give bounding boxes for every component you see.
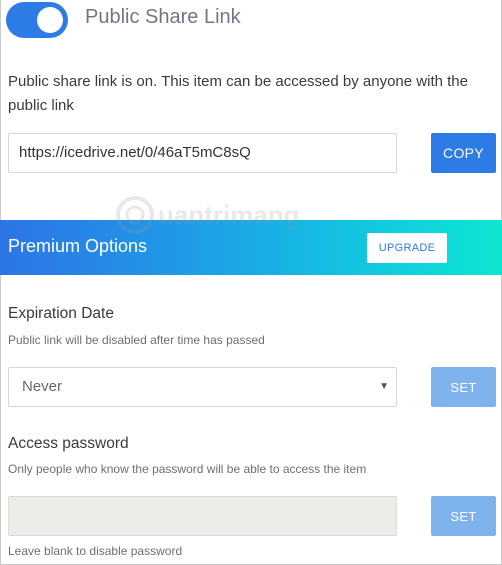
share-link-field[interactable]: https://icedrive.net/0/46aT5mC8sQ [8,133,397,173]
premium-options-title: Premium Options [8,236,148,256]
access-password-input[interactable] [8,496,397,536]
set-password-button[interactable]: SET [431,496,496,536]
expiration-selected-value: Never [22,378,63,395]
access-password-help: Only people who know the password will b… [8,462,367,476]
premium-options-banner: Premium Options UPGRADE [0,220,502,275]
upgrade-button[interactable]: UPGRADE [367,233,447,263]
expiration-date-help: Public link will be disabled after time … [8,333,265,347]
expiration-select[interactable]: Never ▼ [8,367,397,407]
public-share-title: Public Share Link [85,6,241,28]
toggle-knob [37,7,63,33]
access-password-label: Access password [8,435,129,452]
password-footer-help: Leave blank to disable password [8,544,183,558]
set-expiration-button[interactable]: SET [431,367,496,407]
expiration-date-label: Expiration Date [8,305,114,322]
share-status-description: Public share link is on. This item can b… [8,73,468,114]
copy-button[interactable]: COPY [431,133,496,173]
chevron-down-icon: ▼ [379,381,389,392]
public-share-toggle[interactable] [6,2,68,38]
